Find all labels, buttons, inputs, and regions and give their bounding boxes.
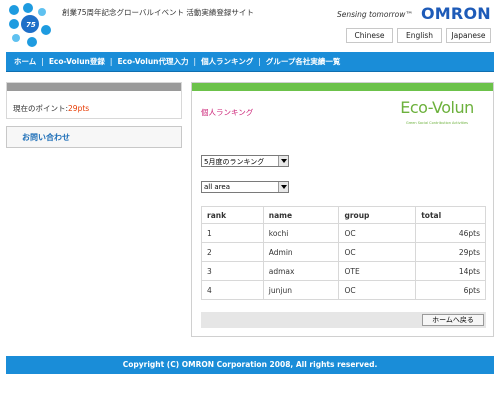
cell-group: OC xyxy=(338,223,417,243)
page-title: 個人ランキング xyxy=(201,108,254,117)
language-chinese-button[interactable]: Chinese xyxy=(346,28,393,43)
points-text: 現在のポイント:29pts xyxy=(13,103,89,114)
language-japanese-button[interactable]: Japanese xyxy=(446,28,491,43)
nav-separator: | xyxy=(109,57,113,66)
cell-group: OTE xyxy=(338,261,417,281)
column-header-rank: rank xyxy=(201,206,264,224)
site-title: 創業75周年記念グローバルイベント 活動実績登録サイト xyxy=(62,8,254,17)
language-english-button[interactable]: English xyxy=(397,28,442,43)
cell-name: Admin xyxy=(262,242,340,262)
cell-name: admax xyxy=(262,261,340,281)
nav-item-group-results[interactable]: グループ各社実績一覧 xyxy=(266,56,341,67)
table-row: 4 junjun OC 6pts xyxy=(201,280,486,300)
area-select-value: all area xyxy=(204,183,231,191)
points-panel: 現在のポイント:29pts xyxy=(6,82,182,119)
table-row: 3 admax OTE 14pts xyxy=(201,261,486,281)
nav-item-home[interactable]: ホーム xyxy=(14,56,36,67)
chevron-down-icon[interactable] xyxy=(278,156,288,166)
eco-volun-logo: Eco-Volun Green Social Contribution Acti… xyxy=(387,98,487,132)
table-row: 1 kochi OC 46pts xyxy=(201,223,486,243)
contact-label[interactable]: お問い合わせ xyxy=(22,132,70,143)
copyright-footer: Copyright (C) OMRON Corporation 2008, Al… xyxy=(6,356,494,374)
tagline: Sensing tomorrow™ xyxy=(337,10,413,19)
cell-total: 14pts xyxy=(415,261,486,281)
month-select[interactable]: 5月度のランキング xyxy=(201,155,289,167)
table-footer: ホームへ戻る xyxy=(201,312,486,328)
brand-logo[interactable]: OMRON xyxy=(421,4,491,23)
column-header-name: name xyxy=(262,206,340,224)
ranking-panel: 個人ランキング Eco-Volun Green Social Contribut… xyxy=(191,82,494,337)
table-header-row: rank name group total xyxy=(201,206,486,224)
nav-item-personal-ranking[interactable]: 個人ランキング xyxy=(201,56,253,67)
cell-group: OC xyxy=(338,280,417,300)
chevron-down-icon[interactable] xyxy=(278,182,288,192)
nav-separator: | xyxy=(258,57,261,66)
cell-rank: 1 xyxy=(201,223,264,243)
points-value: 29pts xyxy=(68,104,90,113)
svg-text:75: 75 xyxy=(26,21,36,29)
main-nav: ホーム | Eco-Volun登録 | Eco-Volun代理入力 | 個人ラン… xyxy=(6,52,494,72)
area-select[interactable]: all area xyxy=(201,181,289,193)
cell-rank: 4 xyxy=(201,280,264,300)
contact-button[interactable]: お問い合わせ xyxy=(6,126,182,148)
points-panel-header-bar xyxy=(7,83,181,91)
nav-item-eco-volun-proxy[interactable]: Eco-Volun代理入力 xyxy=(117,56,188,67)
back-to-home-button[interactable]: ホームへ戻る xyxy=(422,314,484,326)
cell-name: junjun xyxy=(262,280,340,300)
nav-separator: | xyxy=(193,57,197,66)
cell-total: 6pts xyxy=(415,280,486,300)
header: 75 創業75周年記念グローバルイベント 活動実績登録サイト Sensing t… xyxy=(0,0,500,50)
cell-rank: 2 xyxy=(201,242,264,262)
eco-volun-logo-text: Eco-Volun xyxy=(400,98,474,117)
nav-separator: | xyxy=(41,57,44,66)
cell-total: 29pts xyxy=(415,242,486,262)
cell-name: kochi xyxy=(262,223,340,243)
column-header-group: group xyxy=(338,206,417,224)
ranking-table: rank name group total 1 kochi OC 46pts 2… xyxy=(201,206,486,300)
points-label: 現在のポイント: xyxy=(13,104,69,113)
eco-volun-logo-subtitle: Green Social Contribution Activities xyxy=(405,121,468,125)
cell-group: OC xyxy=(338,242,417,262)
table-row: 2 Admin OC 29pts xyxy=(201,242,486,262)
nav-item-eco-volun-register[interactable]: Eco-Volun登録 xyxy=(49,56,105,67)
column-header-total: total xyxy=(415,206,486,224)
panel-header-bar xyxy=(192,83,493,91)
cell-rank: 3 xyxy=(201,261,264,281)
anniversary-logo-icon[interactable]: 75 xyxy=(6,2,58,48)
language-switcher: Chinese English Japanese xyxy=(346,28,491,43)
cell-total: 46pts xyxy=(415,223,486,243)
month-select-value: 5月度のランキング xyxy=(204,158,265,166)
